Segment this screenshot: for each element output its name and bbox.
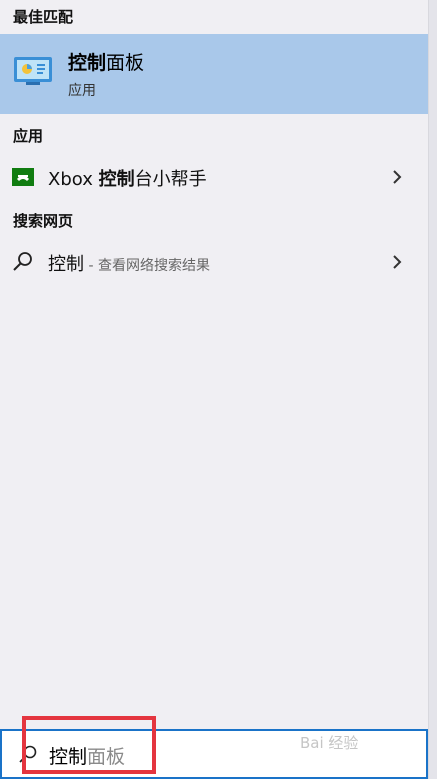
chevron-right-icon[interactable] [392,169,402,185]
best-match-subtitle: 应用 [68,83,96,99]
web-result-control[interactable]: 控制 - 查看网络搜索结果 [0,240,428,284]
scrollbar-track[interactable] [428,0,437,779]
chevron-right-icon[interactable] [392,254,402,270]
app-result-xbox[interactable]: Xbox 控制台小帮手 [0,155,428,199]
best-match-control-panel[interactable]: 控制面板 应用 [0,34,428,114]
section-header-best-match: 最佳匹配 [13,8,74,26]
watermark: Bai 经验 [300,734,359,752]
app-result-label: Xbox 控制台小帮手 [48,169,207,190]
xbox-icon [12,168,34,186]
section-header-apps: 应用 [13,127,44,145]
web-result-label: 控制 - 查看网络搜索结果 [48,254,210,275]
best-match-title: 控制面板 [68,52,145,74]
search-results-panel: 最佳匹配 控制面板 应用 应用 Xbox 控制台小帮手 搜索网页 控制 - 查看… [0,0,428,779]
search-icon [13,252,32,271]
control-panel-icon [14,57,52,85]
annotation-highlight-box [22,716,156,774]
section-header-web: 搜索网页 [13,212,74,230]
